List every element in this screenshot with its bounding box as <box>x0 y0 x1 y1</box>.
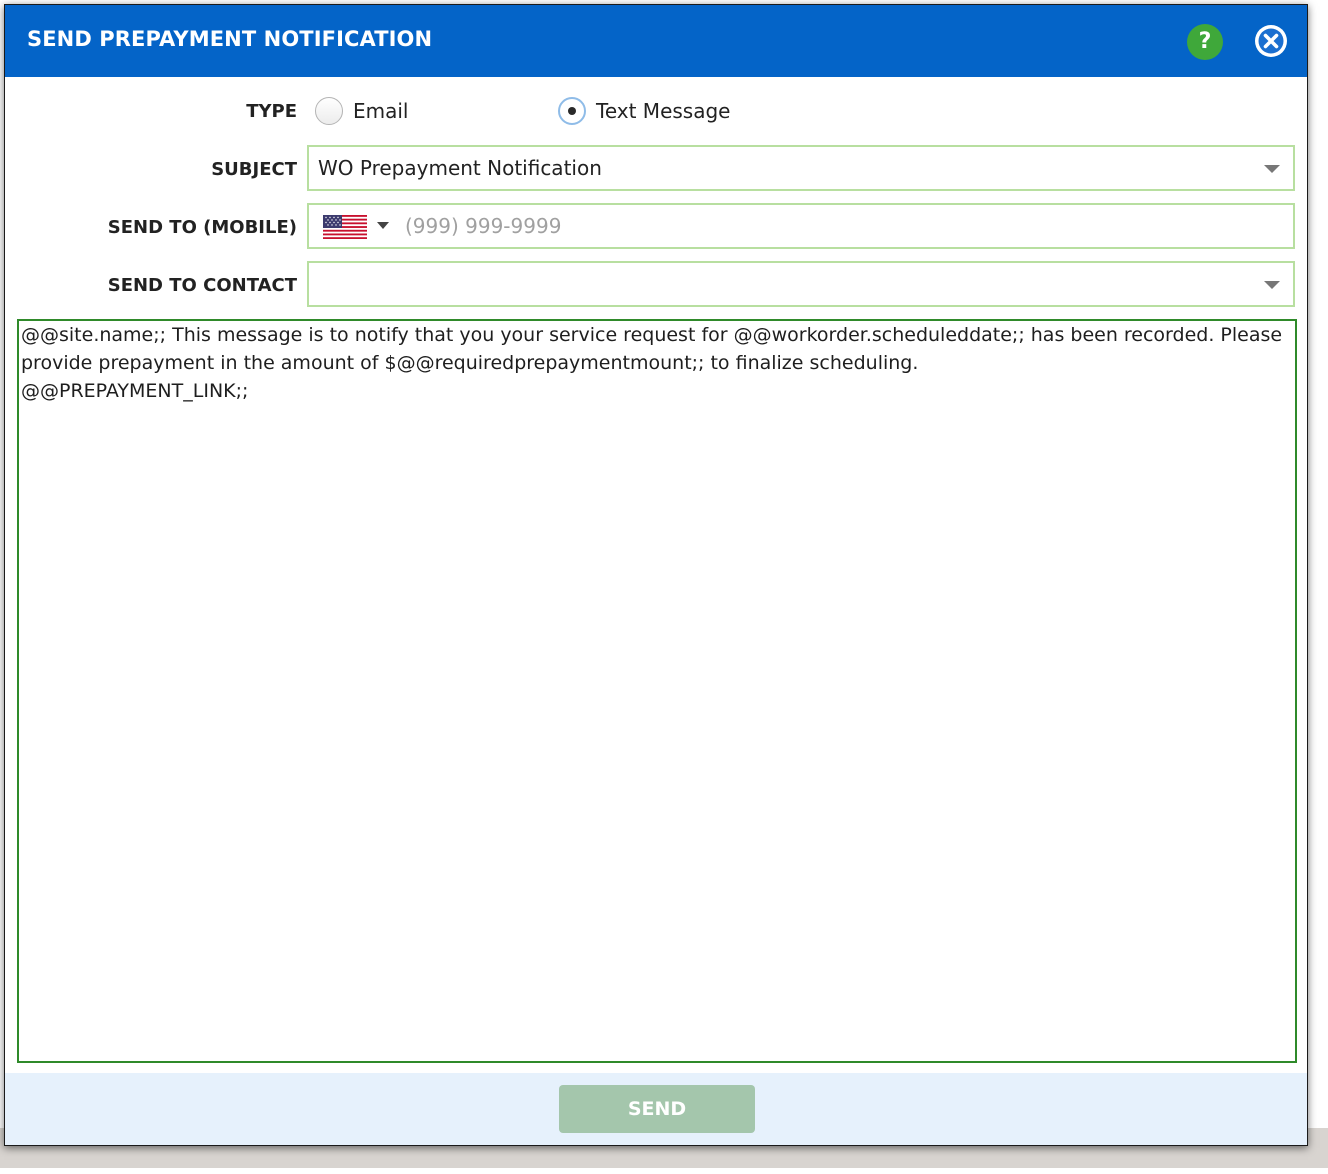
message-textarea[interactable]: @@site.name;; This message is to notify … <box>17 319 1297 1063</box>
country-chevron-down-icon[interactable] <box>377 222 389 229</box>
radio-email[interactable] <box>315 97 343 125</box>
us-flag-icon[interactable] <box>323 215 367 239</box>
subject-value: WO Prepayment Notification <box>318 156 602 180</box>
type-label: TYPE <box>246 101 297 122</box>
dialog-footer: SEND <box>5 1073 1307 1145</box>
subject-label: SUBJECT <box>211 159 297 180</box>
dialog-header: SEND PREPAYMENT NOTIFICATION ? <box>5 5 1307 77</box>
send-to-mobile-label: SEND TO (MOBILE) <box>107 217 297 238</box>
radio-text-message-label[interactable]: Text Message <box>596 99 730 123</box>
dialog-title: SEND PREPAYMENT NOTIFICATION <box>27 27 433 51</box>
chevron-down-icon[interactable] <box>1264 281 1280 289</box>
send-button[interactable]: SEND <box>559 1085 755 1133</box>
radio-text-message[interactable] <box>558 97 586 125</box>
close-icon[interactable] <box>1255 25 1287 57</box>
contact-dropdown[interactable] <box>307 261 1295 307</box>
mobile-number-input[interactable] <box>405 211 1275 241</box>
mobile-field <box>307 203 1295 249</box>
send-prepayment-dialog: SEND PREPAYMENT NOTIFICATION ? TYPE Emai… <box>4 4 1308 1146</box>
send-to-contact-label: SEND TO CONTACT <box>107 275 297 296</box>
chevron-down-icon[interactable] <box>1264 165 1280 173</box>
help-icon[interactable]: ? <box>1187 24 1223 60</box>
radio-email-label[interactable]: Email <box>353 99 409 123</box>
subject-dropdown[interactable]: WO Prepayment Notification <box>307 145 1295 191</box>
